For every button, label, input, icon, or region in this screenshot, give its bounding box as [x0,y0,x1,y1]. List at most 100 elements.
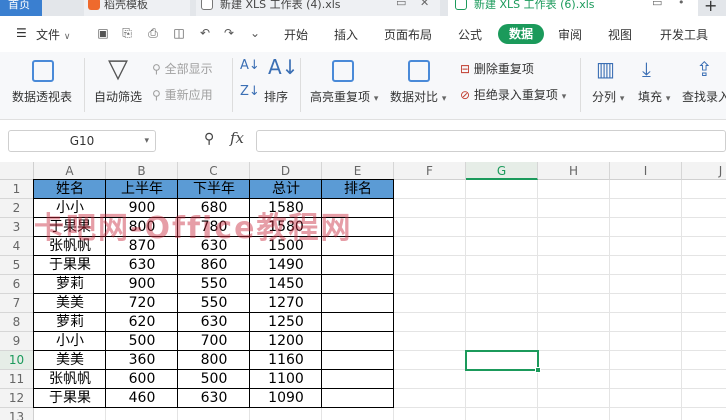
table-cell[interactable] [322,256,394,275]
table-cell[interactable]: 美美 [34,351,106,370]
table-cell[interactable]: 1200 [250,332,322,351]
tab-page-layout[interactable]: 页面布局 [384,26,432,43]
header-cell[interactable]: 总计 [250,180,322,199]
sort-descending-icon[interactable]: Z↓ [240,84,260,99]
row-header-13[interactable]: 13 [0,408,34,420]
save-icon[interactable]: ▣ [96,26,110,40]
tab-workbook-4[interactable]: 新建 XLS 工作表 (4).xls ▭ ✕ [196,0,440,16]
table-cell[interactable]: 550 [178,275,250,294]
table-cell[interactable]: 900 [106,275,178,294]
table-cell[interactable]: 460 [106,389,178,408]
tab-home[interactable]: 首页 [0,0,42,16]
table-cell[interactable]: 1250 [250,313,322,332]
redo-icon[interactable]: ↷ [222,26,236,40]
table-cell[interactable]: 张帆帆 [34,370,106,389]
row-header-7[interactable]: 7 [0,294,34,313]
tab-review[interactable]: 审阅 [558,26,582,43]
hamburger-icon[interactable]: ☰ [16,26,27,40]
close-tab-icon[interactable]: ✕ [420,0,429,8]
tab-developer[interactable]: 开发工具 [660,26,708,43]
table-cell[interactable]: 630 [106,256,178,275]
table-cell[interactable]: 1100 [250,370,322,389]
show-all-button[interactable]: ⚲ 全部显示 [152,60,213,77]
column-header-g[interactable]: G [466,162,538,180]
column-header-j[interactable]: J [682,162,726,180]
table-cell[interactable]: 1270 [250,294,322,313]
export-icon[interactable]: ⎘ [120,26,134,40]
table-cell[interactable] [322,370,394,389]
spreadsheet-grid[interactable]: A B C D E F G H I J 1 2 3 4 5 6 7 8 9 10 11 12 13 姓名 上半年 下半年 总计 排名小… [0,162,726,420]
tab-data[interactable]: 数据 [498,24,544,44]
reapply-button[interactable]: ⚲ 重新应用 [152,86,213,103]
header-cell[interactable]: 姓名 [34,180,106,199]
table-cell[interactable]: 550 [178,294,250,313]
row-header-3[interactable]: 3 [0,218,34,237]
row-header-2[interactable]: 2 [0,199,34,218]
row-header-9[interactable]: 9 [0,332,34,351]
row-header-4[interactable]: 4 [0,237,34,256]
table-cell[interactable] [322,351,394,370]
table-cell[interactable]: 620 [106,313,178,332]
table-cell[interactable]: 630 [178,313,250,332]
table-cell[interactable]: 1090 [250,389,322,408]
selected-cell-g10[interactable] [465,350,539,371]
column-header-a[interactable]: A [34,162,106,180]
tab-docer-templates[interactable]: 稻壳模板 [84,0,190,16]
select-all-corner[interactable] [0,162,34,180]
table-cell[interactable]: 700 [178,332,250,351]
undo-icon[interactable]: ↶ [198,26,212,40]
column-header-e[interactable]: E [322,162,394,180]
file-menu[interactable]: 文件 ∨ [36,26,70,43]
table-cell[interactable]: 500 [178,370,250,389]
tab-view[interactable]: 视图 [608,26,632,43]
tab-insert[interactable]: 插入 [334,26,358,43]
formula-input[interactable] [256,130,726,152]
customize-icon[interactable]: ⌄ [248,26,262,40]
table-cell[interactable]: 于果果 [34,389,106,408]
header-cell[interactable]: 排名 [322,180,394,199]
row-header-8[interactable]: 8 [0,313,34,332]
table-cell[interactable]: 860 [178,256,250,275]
table-cell[interactable]: 1450 [250,275,322,294]
column-header-h[interactable]: H [538,162,610,180]
row-header-12[interactable]: 12 [0,389,34,408]
header-cell[interactable]: 上半年 [106,180,178,199]
print-icon[interactable]: ⎙ [146,26,160,40]
table-cell[interactable]: 萝莉 [34,313,106,332]
tab-start[interactable]: 开始 [284,26,308,43]
table-cell[interactable]: 美美 [34,294,106,313]
reject-duplicates-button[interactable]: ⊘ 拒绝录入重复项 ▾ [460,86,566,103]
table-cell[interactable]: 小小 [34,332,106,351]
restore-icon[interactable]: ▭ [652,0,662,8]
table-cell[interactable] [322,389,394,408]
row-header-11[interactable]: 11 [0,370,34,389]
table-cell[interactable]: 于果果 [34,256,106,275]
row-header-6[interactable]: 6 [0,275,34,294]
new-tab-button[interactable]: + [704,0,717,15]
print-preview-icon[interactable]: ◫ [172,26,186,40]
table-cell[interactable]: 500 [106,332,178,351]
row-header-1[interactable]: 1 [0,180,34,199]
table-cell[interactable] [322,313,394,332]
row-header-10[interactable]: 10 [0,351,34,370]
restore-icon[interactable]: ▭ [396,0,406,8]
table-cell[interactable]: 600 [106,370,178,389]
name-box[interactable]: G10 ▾ [8,130,156,152]
column-header-i[interactable]: I [610,162,682,180]
row-header-5[interactable]: 5 [0,256,34,275]
column-header-d[interactable]: D [250,162,322,180]
tab-formulas[interactable]: 公式 [458,26,482,43]
table-cell[interactable]: 1160 [250,351,322,370]
column-header-b[interactable]: B [106,162,178,180]
tab-workbook-6[interactable]: 新建 XLS 工作表 (6).xls ▭ • [448,0,698,16]
table-cell[interactable]: 630 [178,389,250,408]
table-cell[interactable]: 800 [178,351,250,370]
table-cell[interactable] [322,332,394,351]
table-cell[interactable]: 萝莉 [34,275,106,294]
table-cell[interactable]: 720 [106,294,178,313]
zoom-icon[interactable]: ⚲ [204,131,214,147]
header-cell[interactable]: 下半年 [178,180,250,199]
insert-function-button[interactable]: fx [230,129,244,147]
sort-ascending-icon[interactable]: A↓ [240,58,260,73]
table-cell[interactable]: 360 [106,351,178,370]
